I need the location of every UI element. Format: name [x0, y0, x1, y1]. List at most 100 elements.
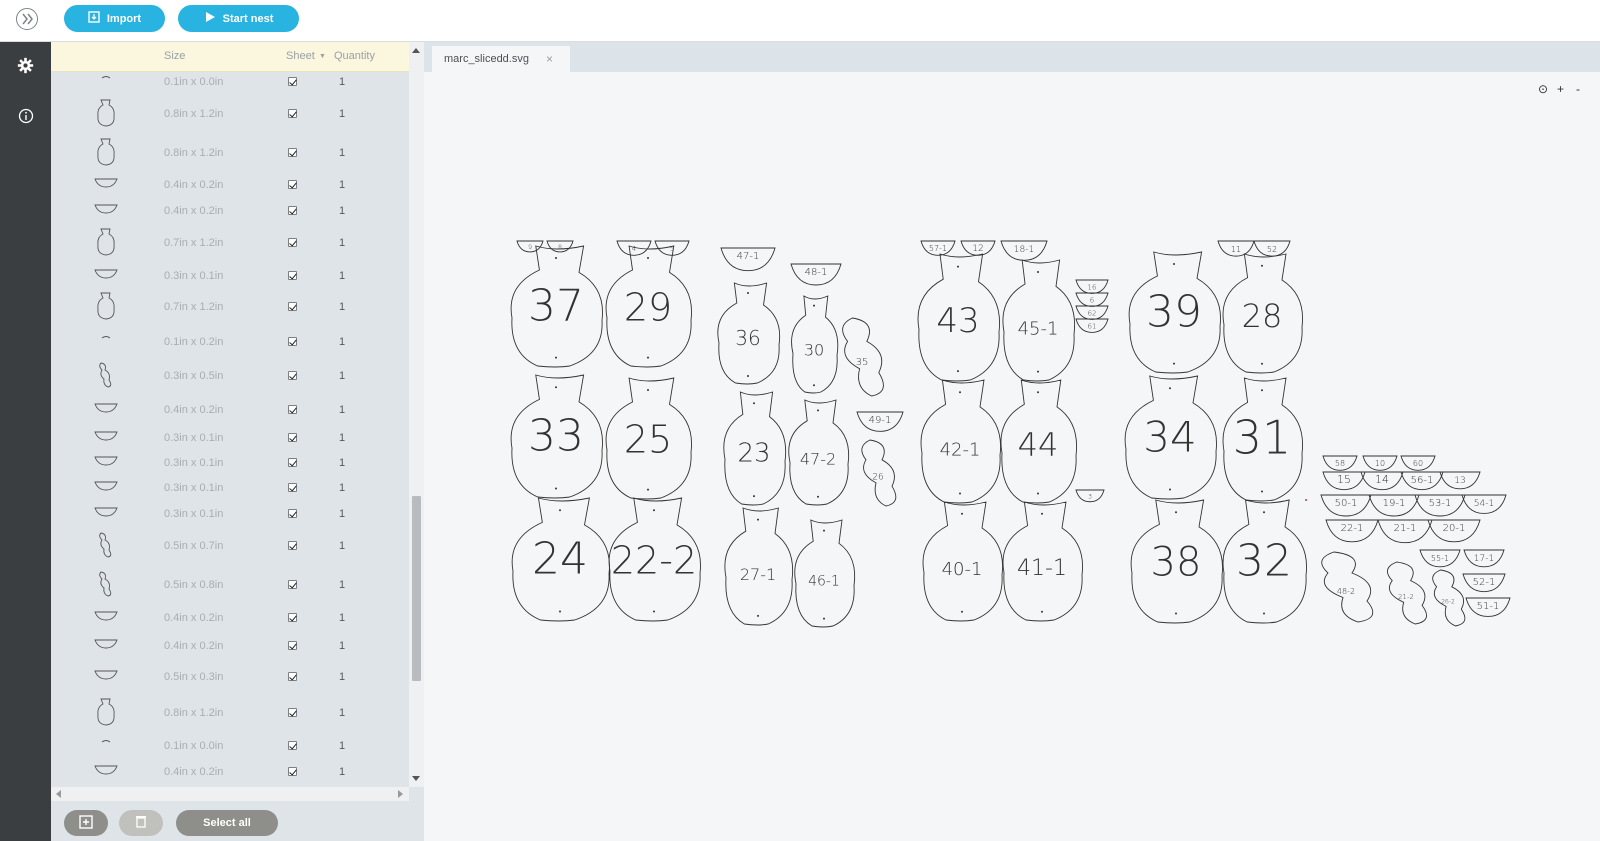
sheet-checkbox[interactable] — [288, 109, 297, 118]
sheet-checkbox[interactable] — [288, 433, 297, 442]
size-column-header[interactable]: Size — [164, 50, 185, 62]
part-quantity[interactable]: 1 — [339, 237, 345, 249]
horizontal-scrollbar[interactable] — [51, 787, 409, 801]
table-row[interactable]: 0.4in x 0.2in 1 — [51, 400, 409, 420]
sheet-checkbox[interactable] — [288, 541, 297, 550]
table-row[interactable]: 0.7in x 1.2in 1 — [51, 228, 409, 256]
table-row[interactable]: 0.5in x 0.7in 1 — [51, 532, 409, 558]
part-quantity[interactable]: 1 — [339, 508, 345, 520]
part-quantity[interactable]: 1 — [339, 740, 345, 752]
sheet-checkbox[interactable] — [288, 302, 297, 311]
scroll-left-arrow-icon[interactable] — [56, 790, 61, 798]
part-label: 32 — [1236, 536, 1292, 587]
part-quantity[interactable]: 1 — [339, 766, 345, 778]
table-row[interactable]: 0.8in x 1.2in 1 — [51, 138, 409, 166]
scroll-right-arrow-icon[interactable] — [398, 790, 403, 798]
nested-part-dot — [959, 492, 961, 495]
table-row[interactable]: 0.4in x 0.2in 1 — [51, 636, 409, 656]
sheet-checkbox[interactable] — [288, 641, 297, 650]
scrollbar-thumb[interactable] — [412, 496, 421, 681]
part-quantity[interactable]: 1 — [339, 147, 345, 159]
delete-button[interactable] — [119, 810, 163, 836]
table-row[interactable]: 0.3in x 0.1in 1 — [51, 453, 409, 473]
part-quantity[interactable]: 1 — [339, 457, 345, 469]
sort-down-icon[interactable]: ▼ — [319, 53, 326, 60]
part-quantity[interactable]: 1 — [339, 370, 345, 382]
table-row[interactable]: 0.3in x 0.1in 1 — [51, 266, 409, 286]
parts-table-body: 0.1in x 0.0in 1 0.8in x 1.2in 1 0.8in x 1.2i… — [51, 72, 409, 824]
sheet-checkbox[interactable] — [288, 271, 297, 280]
part-quantity[interactable]: 1 — [339, 540, 345, 552]
sheet-checkbox[interactable] — [288, 77, 297, 86]
nested-part-dot — [957, 265, 959, 268]
sheet-checkbox[interactable] — [288, 238, 297, 247]
select-all-button[interactable]: Select all — [176, 810, 278, 836]
table-row[interactable]: 0.1in x 0.2in 1 — [51, 332, 409, 352]
table-row[interactable]: 0.7in x 1.2in 1 — [51, 292, 409, 320]
table-row[interactable]: 0.3in x 0.1in 1 — [51, 428, 409, 448]
close-tab-icon[interactable]: × — [546, 52, 553, 66]
part-quantity[interactable]: 1 — [339, 707, 345, 719]
table-row[interactable]: 0.1in x 0.0in 1 — [51, 736, 409, 756]
sheet-checkbox[interactable] — [288, 483, 297, 492]
table-row[interactable]: 0.3in x 0.1in 1 — [51, 504, 409, 524]
sheet-checkbox[interactable] — [288, 580, 297, 589]
part-label: 62 — [1088, 310, 1097, 318]
part-quantity[interactable]: 1 — [339, 270, 345, 282]
table-row[interactable]: 0.4in x 0.2in 1 — [51, 762, 409, 782]
table-row[interactable]: 0.5in x 0.3in 1 — [51, 667, 409, 687]
part-quantity[interactable]: 1 — [339, 336, 345, 348]
start-nest-button[interactable]: Start nest — [178, 5, 299, 32]
table-row[interactable]: 0.4in x 0.2in 1 — [51, 608, 409, 628]
part-quantity[interactable]: 1 — [339, 612, 345, 624]
sheet-checkbox[interactable] — [288, 206, 297, 215]
sheet-checkbox[interactable] — [288, 708, 297, 717]
table-row[interactable]: 0.3in x 0.1in 1 — [51, 478, 409, 498]
scroll-up-arrow-icon[interactable] — [412, 48, 420, 53]
file-tab[interactable]: marc_slicedd.svg × — [432, 46, 570, 72]
part-size: 0.4in x 0.2in — [164, 179, 224, 191]
add-sheet-button[interactable] — [64, 810, 108, 836]
sheet-column-header[interactable]: Sheet — [286, 50, 315, 62]
sheet-checkbox[interactable] — [288, 672, 297, 681]
part-quantity[interactable]: 1 — [339, 579, 345, 591]
nested-part-dot — [647, 389, 649, 391]
part-size: 0.3in x 0.1in — [164, 457, 224, 469]
part-quantity[interactable]: 1 — [339, 301, 345, 313]
sheet-checkbox[interactable] — [288, 613, 297, 622]
import-button[interactable]: Import — [64, 5, 165, 32]
sheet-checkbox[interactable] — [288, 458, 297, 467]
part-quantity[interactable]: 1 — [339, 640, 345, 652]
settings-gear-icon[interactable] — [16, 56, 35, 75]
sheet-checkbox[interactable] — [288, 371, 297, 380]
nest-preview-canvas[interactable]: 37 2936303533 25 23 47-22624 22-2 27-1 46-147-1… — [424, 72, 1600, 841]
sheet-checkbox[interactable] — [288, 180, 297, 189]
info-icon[interactable] — [16, 106, 35, 125]
quantity-column-header[interactable]: Quantity — [334, 50, 375, 62]
table-row[interactable]: 0.1in x 0.0in 1 — [51, 72, 409, 92]
sheet-checkbox[interactable] — [288, 405, 297, 414]
part-quantity[interactable]: 1 — [339, 76, 345, 88]
scroll-down-arrow-icon[interactable] — [412, 776, 420, 781]
table-row[interactable]: 0.4in x 0.2in 1 — [51, 201, 409, 221]
part-quantity[interactable]: 1 — [339, 205, 345, 217]
sheet-checkbox[interactable] — [288, 767, 297, 776]
sheet-checkbox[interactable] — [288, 148, 297, 157]
sheet-checkbox[interactable] — [288, 741, 297, 750]
table-row[interactable]: 0.5in x 0.8in 1 — [51, 571, 409, 597]
start-nest-button-label: Start nest — [222, 12, 274, 25]
table-row[interactable]: 0.3in x 0.5in 1 — [51, 362, 409, 388]
vertical-scrollbar[interactable] — [409, 42, 424, 787]
table-row[interactable]: 0.8in x 1.2in 1 — [51, 698, 409, 726]
table-row[interactable]: 0.4in x 0.2in 1 — [51, 175, 409, 195]
part-quantity[interactable]: 1 — [339, 671, 345, 683]
part-quantity[interactable]: 1 — [339, 404, 345, 416]
part-quantity[interactable]: 1 — [339, 179, 345, 191]
part-quantity[interactable]: 1 — [339, 108, 345, 120]
part-quantity[interactable]: 1 — [339, 482, 345, 494]
sheet-checkbox[interactable] — [288, 509, 297, 518]
nested-part-dot — [823, 529, 825, 532]
table-row[interactable]: 0.8in x 1.2in 1 — [51, 99, 409, 127]
part-quantity[interactable]: 1 — [339, 432, 345, 444]
sheet-checkbox[interactable] — [288, 337, 297, 346]
